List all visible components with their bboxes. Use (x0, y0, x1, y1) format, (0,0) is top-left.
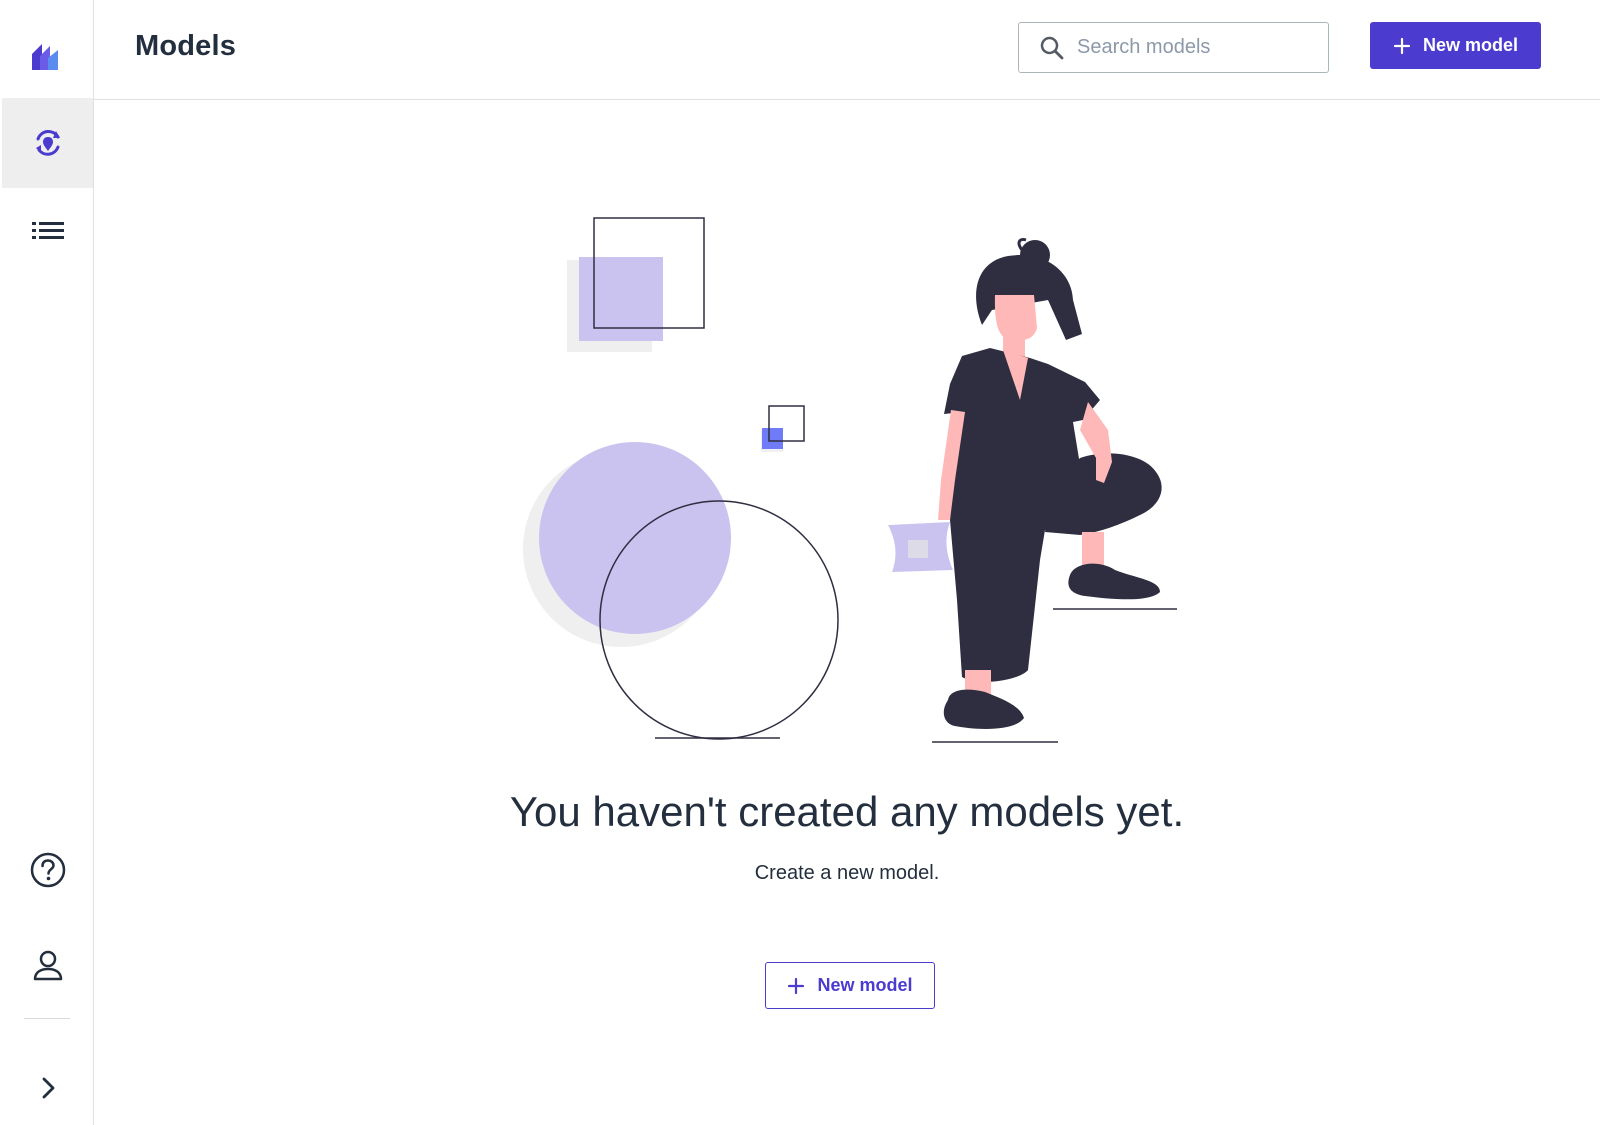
empty-state-new-model-label: New model (817, 975, 913, 995)
app-logo-icon[interactable] (28, 36, 66, 74)
search-icon (1040, 36, 1064, 59)
user-icon (31, 948, 65, 982)
empty-state-title: You haven't created any models yet. (509, 788, 1185, 835)
help-icon (29, 851, 67, 889)
page-title: Models (135, 30, 237, 62)
plus-icon (1393, 37, 1411, 54)
new-model-button[interactable]: New model (1370, 22, 1541, 69)
new-model-button-label: New model (1422, 35, 1519, 55)
app-window: Models New model (0, 0, 1600, 1125)
search-box[interactable] (1018, 22, 1329, 73)
sidebar-item-models[interactable] (2, 98, 93, 188)
sidebar-item-help[interactable] (2, 825, 93, 915)
woman-figure (888, 238, 1162, 729)
search-input[interactable] (1077, 36, 1307, 59)
empty-state-illustration (523, 217, 1177, 743)
plus-icon (788, 977, 805, 994)
small-blue-square-shape (762, 428, 783, 449)
sidebar-divider (24, 1018, 70, 1019)
sidebar-item-profile[interactable] (2, 920, 93, 1010)
list-icon (31, 220, 65, 246)
page-header: Models New model (94, 0, 1600, 100)
sidebar (0, 0, 94, 1125)
sidebar-expand-button[interactable] (2, 1043, 93, 1125)
model-icon (30, 125, 66, 161)
chevron-right-icon (38, 1076, 58, 1100)
sidebar-item-list[interactable] (2, 188, 93, 278)
purple-circle-shape (539, 442, 731, 634)
empty-state-new-model-button[interactable]: New model (765, 962, 935, 1009)
empty-state-subtitle: Create a new model. (754, 862, 940, 884)
